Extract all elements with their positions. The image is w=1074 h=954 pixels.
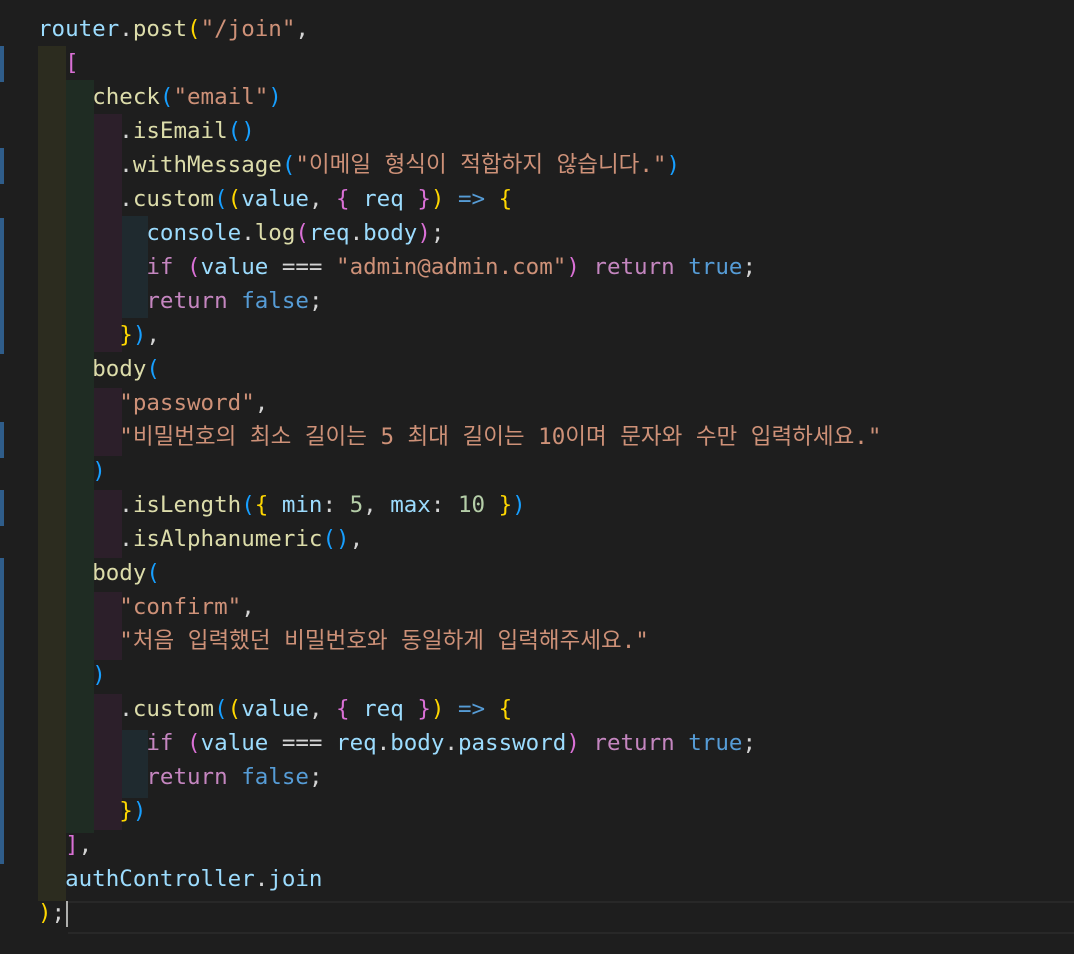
token: log [254, 220, 296, 246]
code-line-18[interactable]: "confirm", [38, 590, 254, 624]
token: false [241, 764, 309, 790]
gutter-change-marker[interactable] [0, 46, 4, 82]
code-line-19[interactable]: "처음 입력했던 비밀번호와 동일하게 입력해주세요." [38, 624, 649, 658]
code-line-13[interactable]: "비밀번호의 최소 길이는 5 최대 길이는 10이며 문자와 수만 입력하세요… [38, 420, 881, 454]
code-editor[interactable]: router.post("/join", [ check("email") .i… [0, 0, 1074, 954]
token: "처음 입력했던 비밀번호와 동일하게 입력해주세요." [119, 628, 649, 654]
token: authController [65, 866, 255, 892]
code-line-20[interactable]: ) [38, 658, 106, 692]
token: return [593, 254, 675, 280]
code-line-17[interactable]: body( [38, 556, 160, 590]
code-line-1[interactable]: router.post("/join", [38, 12, 309, 46]
token: body [92, 356, 147, 382]
token: isAlphanumeric [132, 526, 323, 552]
token: console [146, 220, 242, 246]
gutter-change-marker[interactable] [0, 558, 4, 864]
gutter-change-marker[interactable] [0, 148, 4, 184]
token: body [390, 730, 445, 756]
code-line-27[interactable]: ); [38, 896, 69, 930]
token: max [390, 492, 431, 518]
code-line-14[interactable]: ) [38, 454, 106, 488]
token: if [146, 730, 174, 756]
token: true [688, 254, 743, 280]
token: true [688, 730, 743, 756]
token: "/join" [200, 16, 296, 42]
token: isLength [132, 492, 242, 518]
token: router [38, 16, 120, 42]
code-line-3[interactable]: check("email") [38, 80, 282, 114]
text-cursor [66, 900, 69, 927]
code-line-26[interactable]: authController.join [38, 862, 322, 896]
token: false [241, 288, 309, 314]
gutter-change-marker[interactable] [0, 490, 4, 526]
token: value [200, 254, 269, 280]
token: 10 [457, 492, 486, 518]
token: "email" [173, 84, 269, 110]
code-line-6[interactable]: .custom((value, { req }) => { [38, 182, 512, 216]
current-line-highlight [68, 901, 1074, 934]
token: "confirm" [119, 594, 242, 620]
gutter-change-marker[interactable] [0, 218, 4, 354]
token: password [457, 730, 567, 756]
token: body [92, 560, 147, 586]
code-line-23[interactable]: return false; [38, 760, 322, 794]
code-line-5[interactable]: .withMessage("이메일 형식이 적합하지 않습니다.") [38, 148, 680, 182]
code-line-15[interactable]: .isLength({ min: 5, max: 10 }) [38, 488, 525, 522]
token: "admin@admin.com" [336, 254, 567, 280]
token: "이메일 형식이 적합하지 않습니다." [295, 152, 667, 178]
token: min [281, 492, 323, 518]
token: if [146, 254, 174, 280]
token: req [363, 696, 404, 722]
token: 5 [349, 492, 364, 518]
token: custom [132, 186, 215, 212]
code-line-12[interactable]: "password", [38, 386, 268, 420]
token: value [241, 186, 309, 212]
token: body [363, 220, 418, 246]
token: "비밀번호의 최소 길이는 5 최대 길이는 10이며 문자와 수만 입력하세요… [119, 424, 882, 450]
token: check [92, 84, 160, 110]
token: post [132, 16, 188, 42]
token: return [146, 764, 228, 790]
token: custom [132, 696, 215, 722]
code-line-11[interactable]: body( [38, 352, 160, 386]
token: withMessage [132, 152, 282, 178]
token: value [200, 730, 269, 756]
code-line-25[interactable]: ], [38, 828, 92, 862]
code-line-24[interactable]: }) [38, 794, 146, 828]
token: join [268, 866, 323, 892]
token: return [593, 730, 675, 756]
token: req [336, 730, 377, 756]
token: req [363, 186, 404, 212]
code-line-7[interactable]: console.log(req.body); [38, 216, 444, 250]
token: isEmail [132, 118, 228, 144]
code-line-9[interactable]: return false; [38, 284, 322, 318]
code-line-2[interactable]: [ [38, 46, 79, 80]
code-line-4[interactable]: .isEmail() [38, 114, 254, 148]
code-line-22[interactable]: if (value === req.body.password) return … [38, 726, 756, 760]
code-line-8[interactable]: if (value === "admin@admin.com") return … [38, 250, 756, 284]
token: return [146, 288, 228, 314]
gutter-change-marker[interactable] [0, 422, 4, 458]
code-line-10[interactable]: }), [38, 318, 160, 352]
token: "password" [119, 390, 255, 416]
code-line-16[interactable]: .isAlphanumeric(), [38, 522, 363, 556]
code-line-21[interactable]: .custom((value, { req }) => { [38, 692, 512, 726]
token: value [241, 696, 309, 722]
token: req [308, 220, 350, 246]
